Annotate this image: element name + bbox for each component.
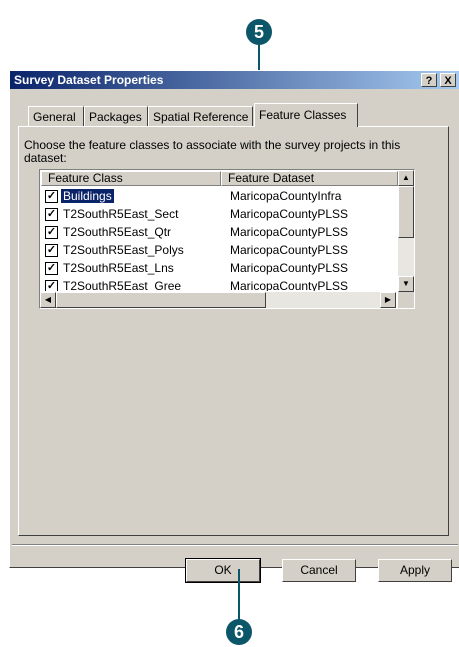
- scroll-left-button[interactable]: ◀: [40, 292, 56, 308]
- feature-class-cell: T2SouthR5East_Sect: [63, 207, 179, 221]
- help-button[interactable]: ?: [421, 73, 437, 87]
- dialog-title: Survey Dataset Properties: [14, 73, 164, 87]
- cancel-button[interactable]: Cancel: [282, 559, 356, 582]
- feature-dataset-cell: MaricopaCountyPLSS: [230, 225, 349, 239]
- close-button[interactable]: X: [440, 73, 456, 87]
- ok-button[interactable]: OK: [185, 558, 261, 583]
- feature-class-cell: T2SouthR5East_Gree: [63, 279, 182, 291]
- table-row[interactable]: ✓ T2SouthR5East_Polys MaricopaCountyPLSS: [42, 241, 397, 259]
- table-row[interactable]: ✓ T2SouthR5East_Qtr MaricopaCountyPLSS: [42, 223, 397, 241]
- horizontal-scroll-thumb[interactable]: [56, 292, 266, 308]
- checkbox[interactable]: ✓: [45, 262, 58, 275]
- instruction-text: Choose the feature classes to associate …: [24, 138, 401, 165]
- checkbox[interactable]: ✓: [45, 226, 58, 239]
- table-row[interactable]: ✓ T2SouthR5East_Gree MaricopaCountyPLSS: [42, 277, 397, 291]
- scroll-right-button[interactable]: ▶: [380, 292, 396, 308]
- column-header-feature-class[interactable]: Feature Class: [41, 171, 221, 186]
- checkbox[interactable]: ✓: [45, 280, 58, 291]
- callout-6-leader: [238, 569, 240, 621]
- title-bar[interactable]: Survey Dataset Properties ? X: [10, 71, 459, 89]
- vertical-scrollbar[interactable]: ▲ ▼: [398, 170, 414, 292]
- feature-dataset-cell: MaricopaCountyInfra: [230, 189, 342, 203]
- checkbox[interactable]: ✓: [45, 190, 58, 203]
- horizontal-scrollbar[interactable]: ◀ ▶: [40, 292, 396, 308]
- tab-spatial-reference[interactable]: Spatial Reference: [148, 106, 253, 126]
- feature-dataset-cell: MaricopaCountyPLSS: [230, 207, 349, 221]
- apply-button[interactable]: Apply: [378, 559, 452, 582]
- tab-general[interactable]: General: [28, 106, 84, 126]
- table-row[interactable]: ✓ T2SouthR5East_Lns MaricopaCountyPLSS: [42, 259, 397, 277]
- survey-dataset-properties-dialog: Survey Dataset Properties ? X General Pa…: [9, 70, 459, 583]
- checkbox[interactable]: ✓: [45, 208, 58, 221]
- feature-dataset-cell: MaricopaCountyPLSS: [230, 279, 349, 291]
- feature-class-cell: Buildings: [61, 189, 114, 203]
- tab-packages[interactable]: Packages: [84, 106, 148, 126]
- table-row[interactable]: ✓ Buildings MaricopaCountyInfra: [42, 187, 397, 205]
- callout-5: 5: [246, 19, 272, 45]
- table-row[interactable]: ✓ T2SouthR5East_Sect MaricopaCountyPLSS: [42, 205, 397, 223]
- vertical-scroll-thumb[interactable]: [398, 186, 414, 238]
- tab-feature-classes[interactable]: Feature Classes: [254, 103, 358, 127]
- feature-class-list[interactable]: Feature Class Feature Dataset ✓ Building…: [39, 169, 415, 309]
- feature-class-cell: T2SouthR5East_Polys: [63, 243, 184, 257]
- feature-class-cell: T2SouthR5East_Lns: [63, 261, 174, 275]
- scroll-down-button[interactable]: ▼: [398, 276, 414, 292]
- feature-class-cell: T2SouthR5East_Qtr: [63, 225, 172, 239]
- scroll-up-button[interactable]: ▲: [398, 170, 414, 186]
- checkbox[interactable]: ✓: [45, 244, 58, 257]
- scrollbar-corner: [398, 292, 414, 308]
- column-header-feature-dataset[interactable]: Feature Dataset: [221, 171, 398, 186]
- feature-dataset-cell: MaricopaCountyPLSS: [230, 261, 349, 275]
- callout-6: 6: [226, 619, 252, 645]
- separator: [12, 544, 458, 546]
- feature-dataset-cell: MaricopaCountyPLSS: [230, 243, 349, 257]
